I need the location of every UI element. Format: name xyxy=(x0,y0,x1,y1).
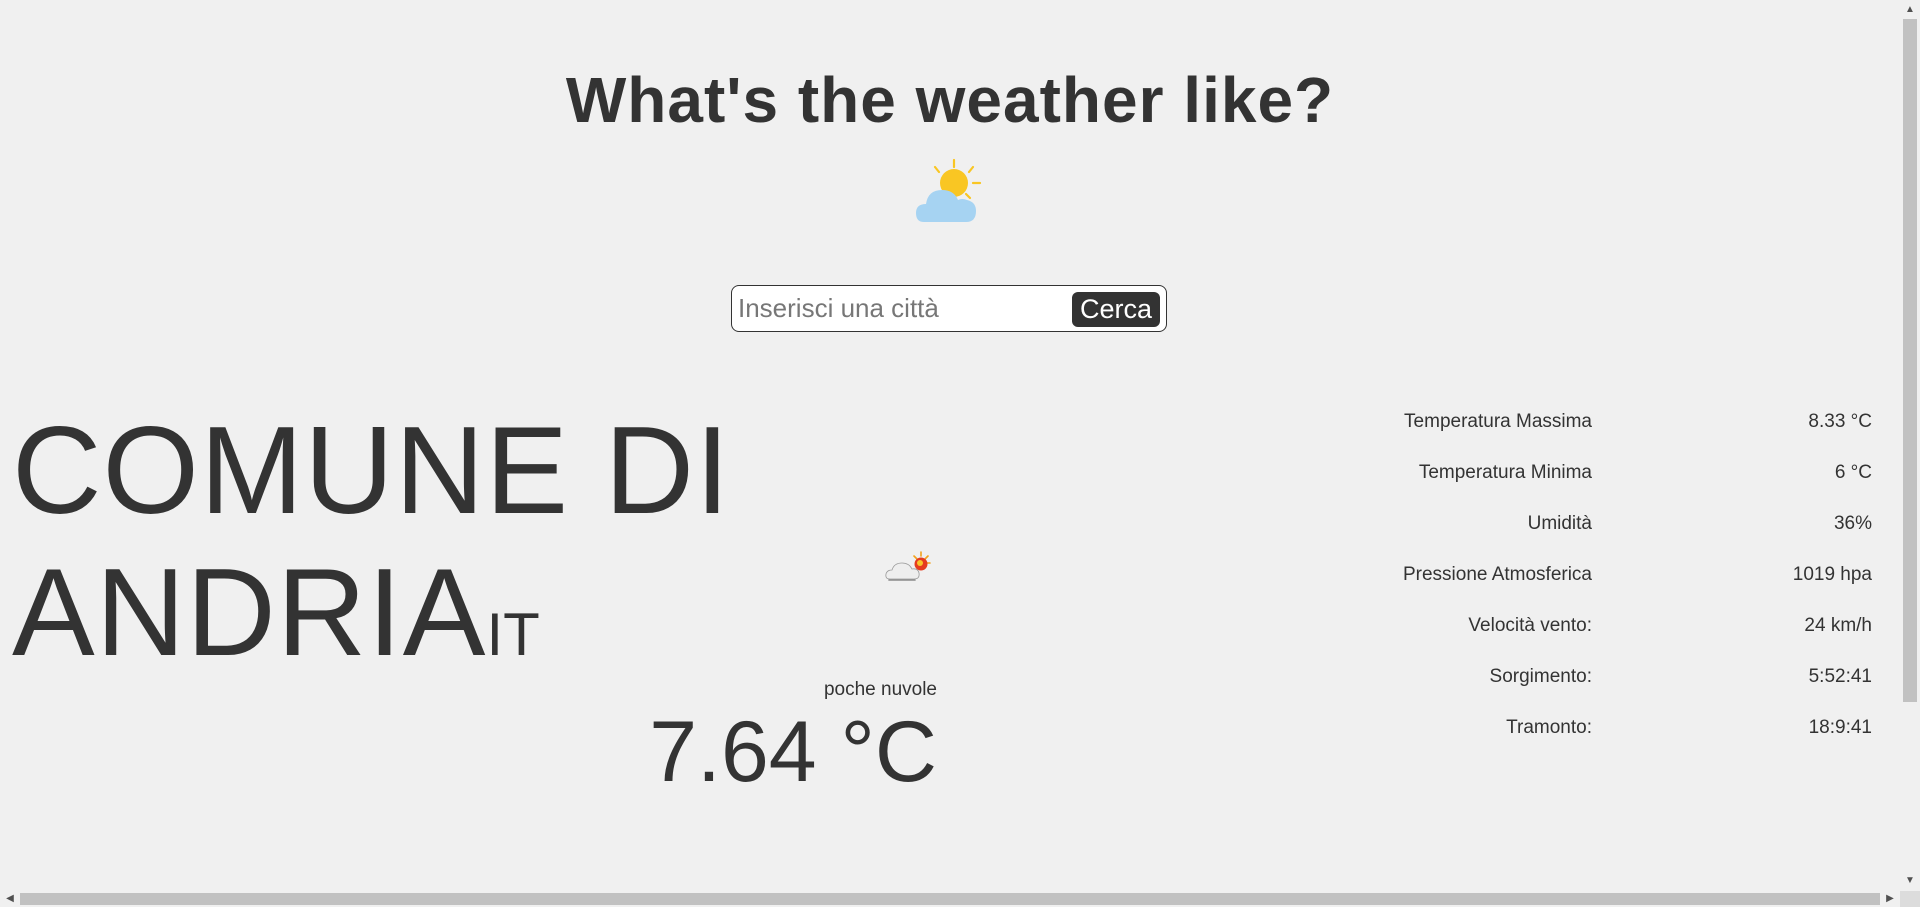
stat-value: 6 °C xyxy=(1834,462,1872,483)
stat-label: Pressione Atmosferica xyxy=(1402,564,1592,585)
city-name: COMUNE DI ANDRIAIT xyxy=(12,400,732,706)
vertical-scrollbar-thumb[interactable] xyxy=(1903,19,1917,702)
scroll-down-arrow-icon[interactable]: ▼ xyxy=(1902,873,1918,889)
few-clouds-icon xyxy=(885,551,931,581)
sun-behind-cloud-icon xyxy=(916,158,982,222)
stat-value: 5:52:41 xyxy=(1808,666,1872,687)
stat-row-pressure: Pressione Atmosferica 1019 hpa xyxy=(1190,558,1872,609)
current-temperature: 7.64 °C xyxy=(649,704,937,800)
scroll-up-arrow-icon[interactable]: ▲ xyxy=(1902,2,1918,18)
city-search-input[interactable] xyxy=(736,290,1060,326)
stat-label: Velocità vento: xyxy=(1468,615,1592,636)
stat-row-min-temp: Temperatura Minima 6 °C xyxy=(1190,456,1872,507)
stat-row-sunrise: Sorgimento: 5:52:41 xyxy=(1190,660,1872,711)
stat-label: Umidità xyxy=(1527,513,1592,534)
stat-row-max-temp: Temperatura Massima 8.33 °C xyxy=(1190,405,1872,456)
city-name-line2: ANDRIA xyxy=(12,544,487,682)
horizontal-scrollbar-thumb[interactable] xyxy=(20,893,1880,905)
scroll-left-arrow-icon[interactable]: ◀ xyxy=(2,891,18,907)
horizontal-scrollbar[interactable]: ◀ ▶ xyxy=(0,891,1900,907)
stat-value: 18:9:41 xyxy=(1808,717,1872,738)
stat-label: Sorgimento: xyxy=(1489,666,1592,687)
country-code: IT xyxy=(486,601,540,668)
stat-value: 1019 hpa xyxy=(1792,564,1872,585)
vertical-scrollbar[interactable]: ▲ ▼ xyxy=(1900,0,1920,891)
stat-value: 24 km/h xyxy=(1804,615,1872,636)
stat-label: Tramonto: xyxy=(1506,717,1592,738)
stat-value: 8.33 °C xyxy=(1808,411,1872,432)
search-button[interactable]: Cerca xyxy=(1072,292,1160,327)
stat-label: Temperatura Massima xyxy=(1404,411,1592,432)
stat-row-humidity: Umidità 36% xyxy=(1190,507,1872,558)
search-form: Cerca xyxy=(731,285,1167,332)
scrollbar-corner xyxy=(1900,891,1920,907)
stat-row-wind-speed: Velocità vento: 24 km/h xyxy=(1190,609,1872,660)
stat-label: Temperatura Minima xyxy=(1418,462,1592,483)
weather-page: What's the weather like? Cerca COMUNE DI… xyxy=(0,0,1920,907)
stat-row-sunset: Tramonto: 18:9:41 xyxy=(1190,711,1872,762)
stat-value: 36% xyxy=(1833,513,1872,534)
weather-description: poche nuvole xyxy=(823,679,937,700)
city-name-line1: COMUNE DI xyxy=(12,402,731,540)
page-title: What's the weather like? xyxy=(565,64,1335,136)
weather-stats: Temperatura Massima 8.33 °C Temperatura … xyxy=(1190,405,1872,762)
scroll-right-arrow-icon[interactable]: ▶ xyxy=(1882,891,1898,907)
